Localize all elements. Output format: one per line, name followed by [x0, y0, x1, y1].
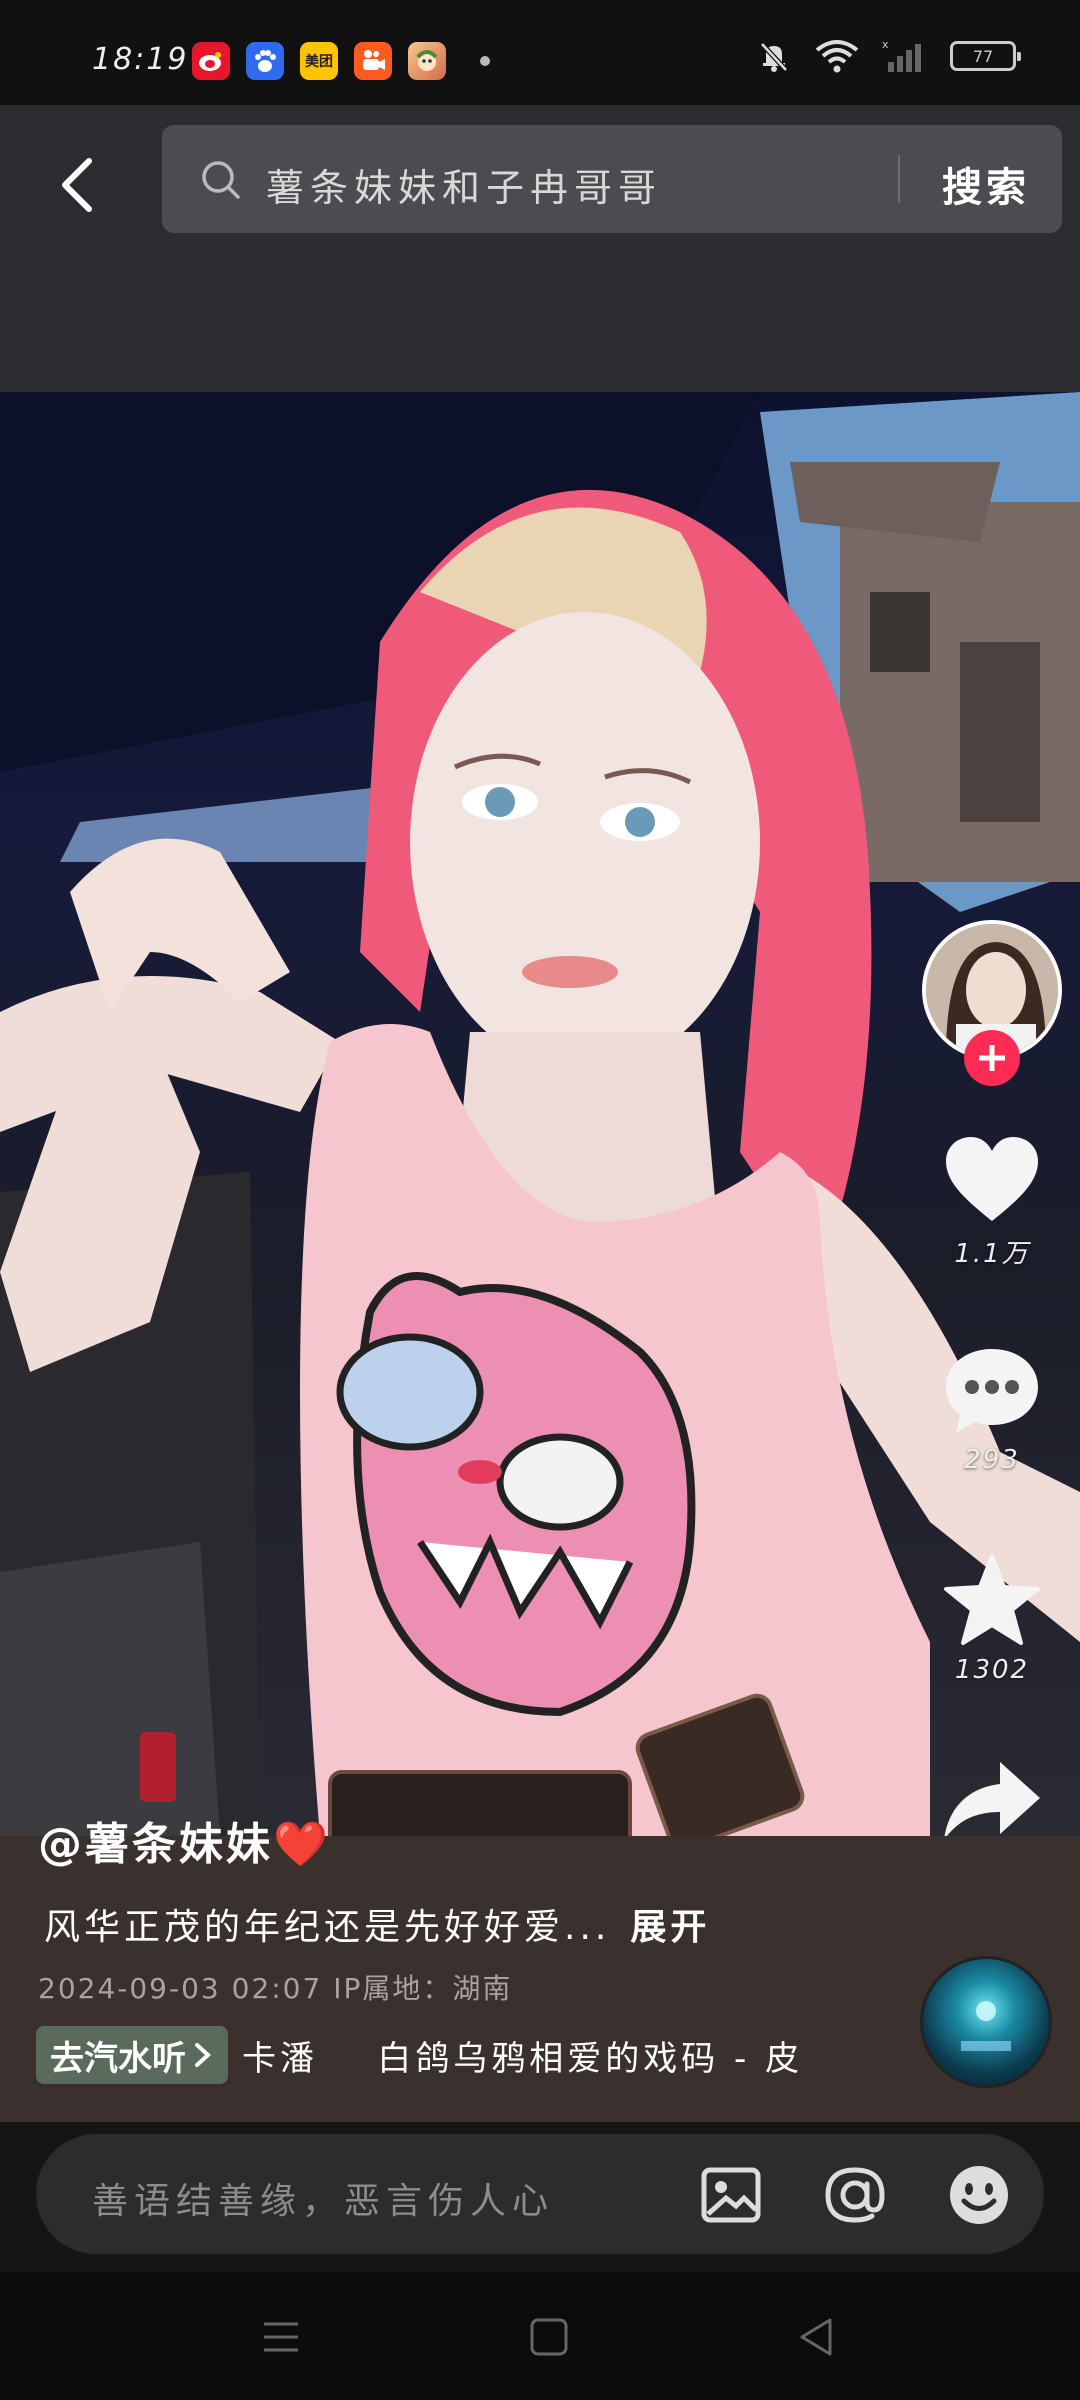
search-query: 薯条妹妹和子冉哥哥: [266, 166, 663, 210]
favorite-button[interactable]: 1302: [922, 1552, 1062, 1685]
kuaishou-app-icon: [354, 42, 392, 80]
listen-on-soda-button[interactable]: 去汽水听: [36, 2026, 228, 2084]
back-button[interactable]: [42, 145, 112, 225]
video-photo-illustration: [0, 392, 1080, 1837]
comment-bubble-icon: [946, 1349, 1038, 1433]
comment-placeholder: 善语结善缘，恶言伤人心: [92, 2181, 555, 2222]
search-divider: [898, 155, 900, 203]
music-disc-button[interactable]: [920, 1956, 1052, 2088]
status-bar: 18:19 美团 x 77: [0, 0, 1080, 110]
music-disc-icon: [961, 2001, 1011, 2051]
comment-bar: 善语结善缘，恶言伤人心: [0, 2122, 1080, 2272]
favorite-count: 1302: [954, 1655, 1030, 1685]
search-input[interactable]: 薯条妹妹和子冉哥哥 搜索: [162, 125, 1062, 233]
meituan-app-icon: 美团: [300, 42, 338, 80]
star-icon: [944, 1554, 1040, 1645]
search-icon: [202, 161, 240, 199]
post-meta: 2024-09-03 02:07 IP属地：湖南: [38, 1972, 513, 2005]
plus-icon: [979, 1045, 1005, 1071]
like-button[interactable]: 1.1万: [922, 1135, 1062, 1270]
mention-at-icon[interactable]: [822, 2162, 888, 2228]
image-picker-icon[interactable]: [698, 2162, 764, 2228]
svg-text:x: x: [882, 38, 889, 51]
music-title[interactable]: 卡潘 白鸽乌鸦相爱的戏码 - 皮: [242, 2031, 803, 2080]
wifi-icon: [815, 40, 859, 73]
back-arrow-icon: [62, 158, 92, 212]
expand-button[interactable]: 展开: [630, 1907, 710, 1948]
weibo-app-icon: [192, 42, 230, 80]
more-notifications-dot: [480, 56, 490, 66]
signal-icon: x: [882, 38, 921, 72]
menu-icon[interactable]: [256, 2312, 306, 2362]
status-time: 18:19: [92, 42, 189, 77]
like-count: 1.1万: [954, 1239, 1030, 1269]
soda-label: 去汽水听: [50, 2038, 186, 2079]
video-frame[interactable]: [0, 392, 1080, 1837]
author-avatar-button[interactable]: [922, 920, 1062, 1086]
home-icon[interactable]: [524, 2312, 574, 2362]
comment-input[interactable]: 善语结善缘，恶言伤人心: [36, 2134, 1044, 2254]
mute-bell-icon: [760, 42, 788, 72]
follow-button[interactable]: [964, 1030, 1020, 1086]
music-row: 去汽水听 卡潘 白鸽乌鸦相爱的戏码 - 皮: [36, 2026, 803, 2084]
author-name[interactable]: @薯条妹妹❤️: [38, 1808, 331, 1872]
game-app-icon: [408, 42, 446, 80]
caption-text: 风华正茂的年纪还是先好好爱...: [44, 1907, 611, 1948]
comment-button[interactable]: 293: [922, 1345, 1062, 1475]
video-caption: 风华正茂的年纪还是先好好爱... 展开: [44, 1898, 710, 1950]
system-nav-bar: [0, 2272, 1080, 2400]
battery-indicator: 77: [950, 41, 1021, 71]
share-arrow-icon: [944, 1762, 1040, 1840]
back-triangle-icon[interactable]: [792, 2312, 842, 2362]
status-indicators: x 77: [756, 38, 1021, 74]
search-header: 薯条妹妹和子冉哥哥 搜索: [0, 105, 1080, 395]
chevron-right-icon: [195, 2043, 211, 2067]
emoji-icon[interactable]: [946, 2162, 1012, 2228]
baidu-app-icon: [246, 42, 284, 80]
comment-count: 293: [964, 1445, 1020, 1475]
notification-app-icons: 美团: [192, 42, 490, 80]
heart-icon: [946, 1137, 1038, 1221]
search-button[interactable]: 搜索: [942, 155, 1030, 213]
